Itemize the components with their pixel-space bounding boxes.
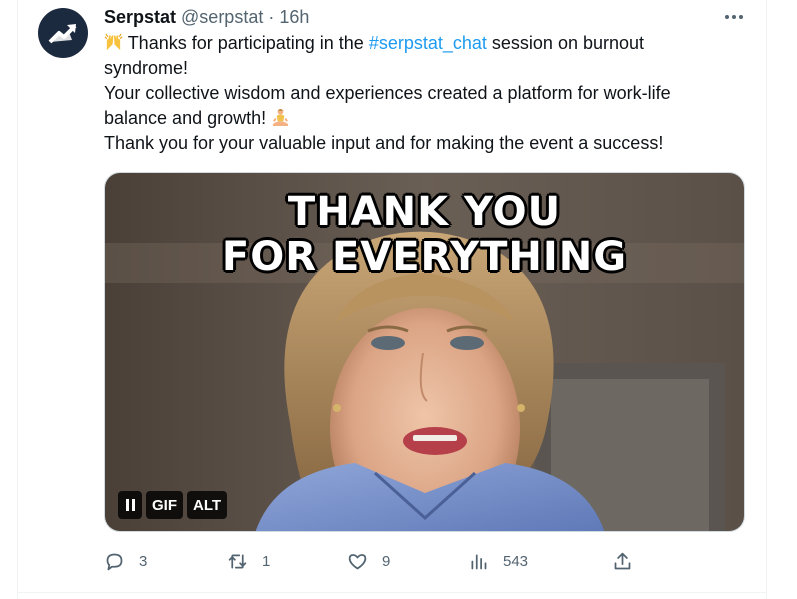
more-icon (725, 15, 743, 19)
meditation-emoji-icon (273, 108, 289, 127)
pause-icon (125, 499, 135, 511)
tweet-actions: 3 1 9 543 (104, 548, 634, 574)
raised-hands-emoji-icon (104, 33, 123, 51)
tweet-text-part: session on burnout (486, 33, 645, 53)
tweet-line-5: Thank you for your valuable input and fo… (104, 133, 664, 153)
share-icon (614, 552, 631, 569)
reply-count: 3 (139, 552, 148, 570)
gif-media[interactable]: THANK YOU FOR EVERYTHING GIF ALT (104, 172, 745, 532)
gif-controls: GIF ALT (118, 491, 228, 519)
views-icon (471, 554, 487, 569)
alt-text-button[interactable]: ALT (187, 491, 228, 519)
tweet-line-1: Thanks for participating in the #serpsta… (104, 31, 744, 56)
tweet-text-part: balance and growth! (104, 108, 272, 128)
retweet-button[interactable]: 1 (227, 548, 270, 574)
views-button[interactable]: 543 (468, 548, 528, 574)
gif-caption-line-1: THANK YOU (287, 189, 562, 235)
like-button[interactable]: 9 (347, 548, 390, 574)
tweet-line-2: syndrome! (104, 58, 189, 78)
heart-icon (348, 553, 367, 569)
retweet-icon (228, 554, 247, 568)
hashtag-link[interactable]: #serpstat_chat (369, 33, 487, 53)
author-handle[interactable]: @serpstat (181, 7, 263, 28)
retweet-count: 1 (262, 552, 271, 570)
tweet-header: Serpstat @serpstat · 16h (104, 6, 309, 28)
like-count: 9 (382, 552, 391, 570)
more-button[interactable] (720, 5, 748, 29)
tweet-line-4: balance and growth! (104, 106, 744, 131)
tweet-timestamp[interactable]: 16h (279, 7, 309, 28)
pause-button[interactable] (118, 491, 142, 519)
header-separator: · (268, 6, 275, 27)
author-name[interactable]: Serpstat (104, 7, 176, 28)
avatar[interactable] (38, 8, 88, 58)
reply-icon (106, 553, 123, 570)
share-button[interactable] (612, 548, 633, 574)
gif-badge: GIF (146, 491, 183, 519)
tweet-card[interactable]: Serpstat @serpstat · 16h Thanks for part… (17, 0, 767, 599)
tweet-text-part: Thanks for participating in the (127, 33, 369, 53)
reply-button[interactable]: 3 (104, 548, 147, 574)
gif-caption: THANK YOU FOR EVERYTHING (105, 190, 744, 280)
tweet-line-3: Your collective wisdom and experiences c… (104, 83, 671, 103)
serpstat-logo-icon (48, 24, 77, 44)
views-count: 543 (503, 552, 529, 570)
tweet-text: Thanks for participating in the #serpsta… (104, 31, 744, 156)
gif-caption-line-2: FOR EVERYTHING (221, 234, 628, 280)
